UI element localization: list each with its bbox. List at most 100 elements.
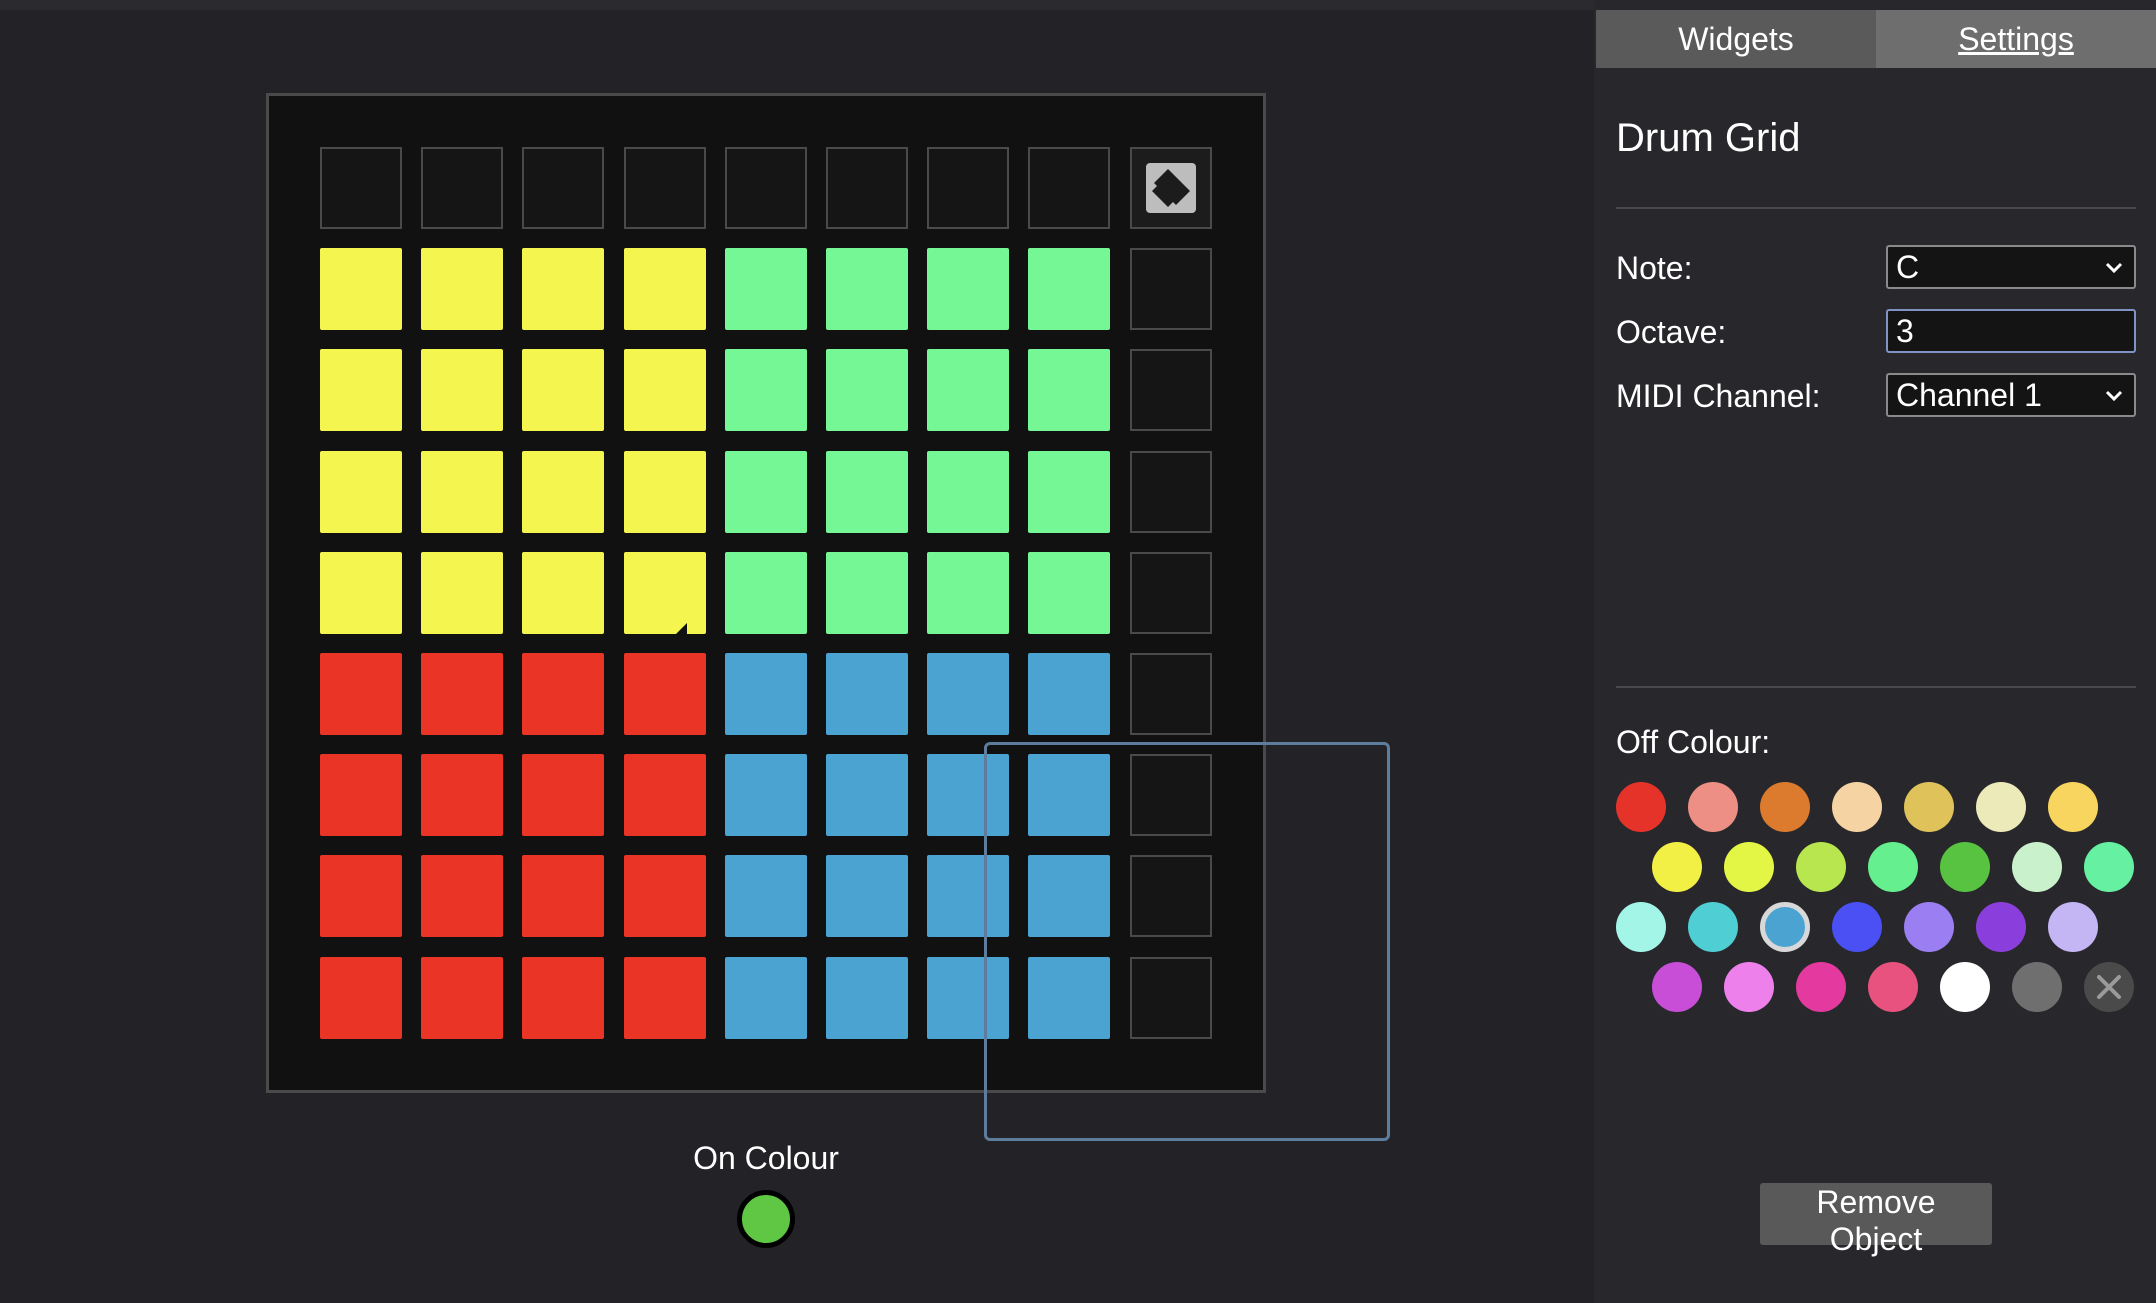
grid-pad-red[interactable] [522,653,604,735]
grid-pad-blue[interactable] [927,653,1009,735]
colour-swatch[interactable] [1760,782,1810,832]
colour-swatch[interactable] [1688,902,1738,952]
grid-pad-green[interactable] [826,248,908,330]
grid-pad-blue[interactable] [826,653,908,735]
tab-widgets[interactable]: Widgets [1596,10,1876,68]
grid-pad-green[interactable] [1028,349,1110,431]
grid-pad-red[interactable] [624,754,706,836]
remove-object-button[interactable]: Remove Object [1760,1183,1992,1257]
grid-pad-green[interactable] [1028,248,1110,330]
colour-swatch[interactable] [1940,842,1990,892]
colour-swatch[interactable] [2048,902,2098,952]
grid-pad-yellow[interactable] [421,552,503,634]
grid-pad-empty[interactable] [1130,855,1212,937]
grid-pad-red[interactable] [320,653,402,735]
grid-pad-yellow[interactable] [320,248,402,330]
grid-pad-blue[interactable] [725,754,807,836]
colour-swatch[interactable] [1796,842,1846,892]
grid-pad-empty[interactable] [1130,957,1212,1039]
clear-colour-button[interactable] [2084,962,2134,1012]
colour-swatch[interactable] [2084,842,2134,892]
grid-pad-empty[interactable] [826,147,908,229]
colour-swatch[interactable] [1688,782,1738,832]
grid-pad-green[interactable] [1028,552,1110,634]
grid-pad-empty[interactable] [1130,248,1212,330]
grid-pad-yellow[interactable] [320,451,402,533]
grid-pad-empty[interactable] [522,147,604,229]
grid-pad-green[interactable] [927,451,1009,533]
grid-pad-yellow[interactable] [320,552,402,634]
grid-pad-red[interactable] [421,653,503,735]
grid-pad-green[interactable] [725,349,807,431]
grid-pad-yellow[interactable] [421,248,503,330]
colour-swatch[interactable] [1724,842,1774,892]
colour-swatch[interactable] [1652,962,1702,1012]
colour-swatch[interactable] [1976,902,2026,952]
colour-swatch[interactable] [1832,782,1882,832]
colour-swatch[interactable] [1832,902,1882,952]
midi-channel-select[interactable]: Channel 1 [1886,373,2136,417]
grid-pad-green[interactable] [826,451,908,533]
grid-pad-green[interactable] [826,349,908,431]
grid-pad-empty[interactable] [1130,754,1212,836]
grid-pad-blue[interactable] [725,855,807,937]
grid-pad-red[interactable] [320,957,402,1039]
colour-swatch[interactable] [2048,782,2098,832]
grid-pad-green[interactable] [927,349,1009,431]
grid-pad-green[interactable] [927,248,1009,330]
grid-pad-blue[interactable] [725,957,807,1039]
grid-pad-yellow[interactable] [624,349,706,431]
grid-pad-empty[interactable] [1130,653,1212,735]
grid-pad-yellow[interactable] [522,552,604,634]
grid-pad-blue[interactable] [826,957,908,1039]
grid-pad-blue[interactable] [927,957,1009,1039]
grid-pad-yellow[interactable] [522,349,604,431]
note-select[interactable]: C [1886,245,2136,289]
grid-pad-yellow[interactable] [624,451,706,533]
grid-pad-empty[interactable] [1130,349,1212,431]
grid-pad-green[interactable] [725,451,807,533]
colour-swatch[interactable] [1616,782,1666,832]
grid-pad-green[interactable] [725,248,807,330]
colour-swatch[interactable] [1724,962,1774,1012]
grid-pad-green[interactable] [826,552,908,634]
grid-pad-red[interactable] [421,957,503,1039]
grid-pad-green[interactable] [1028,451,1110,533]
colour-swatch[interactable] [1868,962,1918,1012]
grid-pad-green[interactable] [725,552,807,634]
grid-pad-green[interactable] [927,552,1009,634]
colour-swatch[interactable] [1904,782,1954,832]
colour-swatch[interactable] [1904,902,1954,952]
grid-pad-red[interactable] [522,957,604,1039]
grid-pad-empty[interactable] [725,147,807,229]
grid-pad-blue[interactable] [1028,754,1110,836]
grid-pad-blue[interactable] [826,855,908,937]
grid-pad-empty[interactable] [624,147,706,229]
on-colour-swatch[interactable] [737,1190,795,1248]
colour-swatch[interactable] [1940,962,1990,1012]
grid-pad-blue[interactable] [1028,653,1110,735]
colour-swatch[interactable] [1796,962,1846,1012]
grid-pad-yellow[interactable] [421,451,503,533]
grid-pad-blue[interactable] [826,754,908,836]
grid-pad-yellow[interactable] [522,451,604,533]
grid-pad-yellow[interactable] [421,349,503,431]
colour-swatch[interactable] [1976,782,2026,832]
colour-swatch[interactable] [1652,842,1702,892]
colour-swatch[interactable] [2012,842,2062,892]
grid-pad-red[interactable] [624,855,706,937]
grid-pad-red[interactable] [522,754,604,836]
grid-pad-yellow[interactable] [320,349,402,431]
grid-pad-red[interactable] [320,855,402,937]
grid-pad-empty[interactable] [1028,147,1110,229]
grid-pad-empty[interactable] [421,147,503,229]
grid-pad-red[interactable] [522,855,604,937]
grid-pad-red[interactable] [624,653,706,735]
grid-pad-blue[interactable] [1028,855,1110,937]
grid-pad-red[interactable] [624,957,706,1039]
grid-pad-blue[interactable] [725,653,807,735]
colour-swatch[interactable] [1760,902,1810,952]
grid-pad-yellow[interactable] [624,248,706,330]
grid-pad-blue[interactable] [927,855,1009,937]
grid-pad-empty[interactable] [927,147,1009,229]
